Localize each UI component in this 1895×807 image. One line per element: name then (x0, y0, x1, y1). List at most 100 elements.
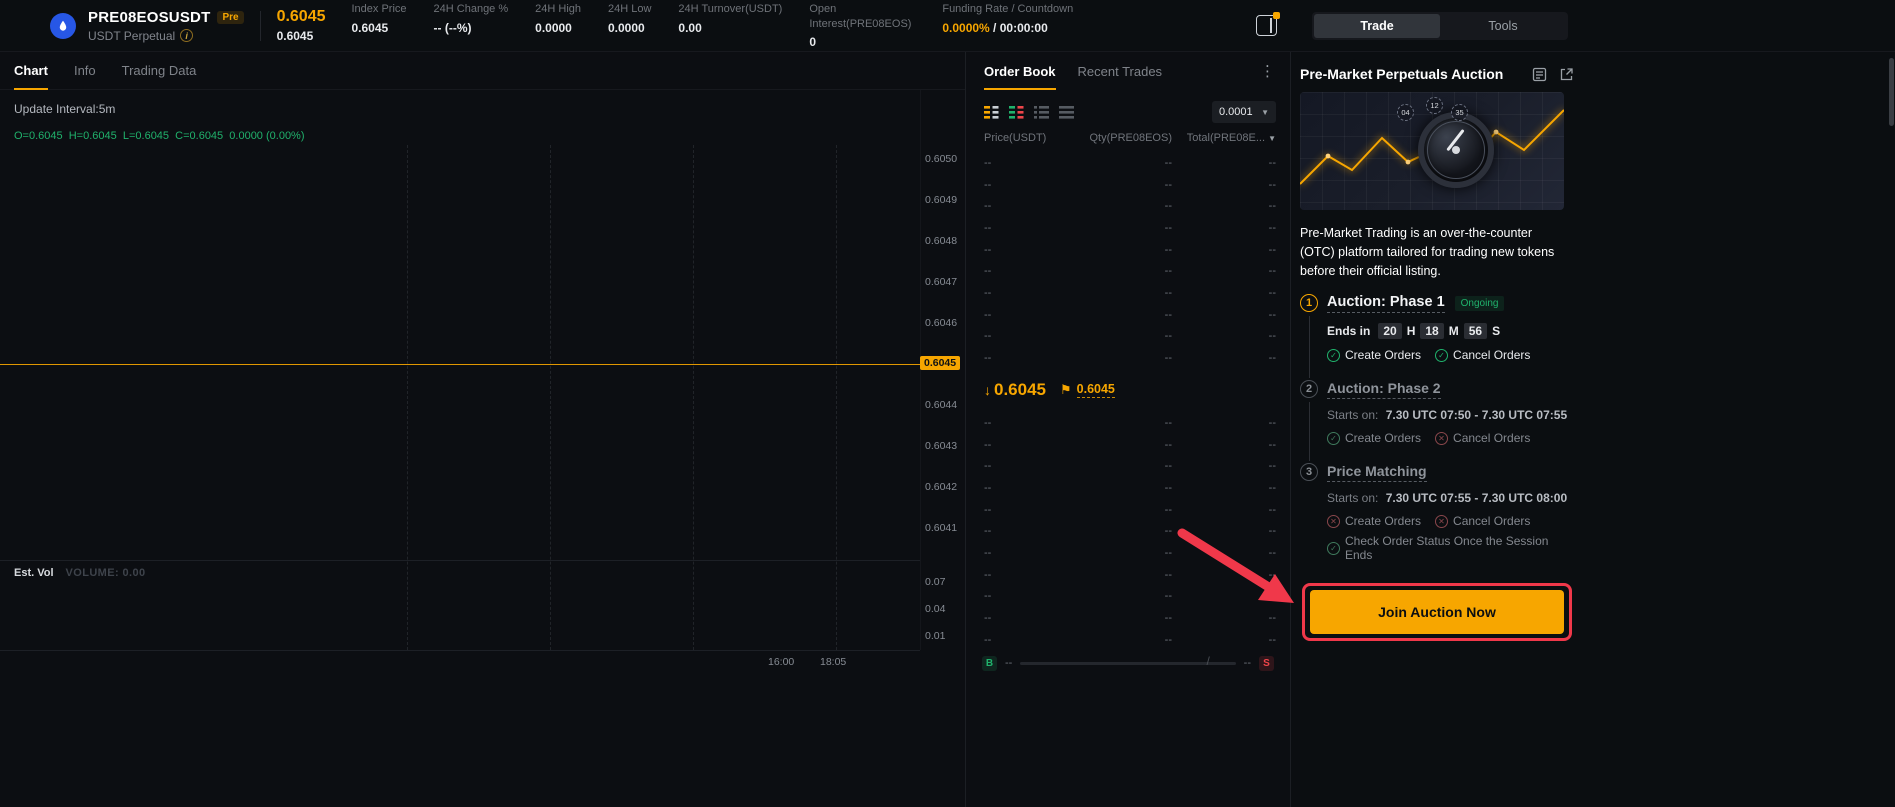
flag-icon: ⚑ (1060, 382, 1072, 398)
auction-banner: 04 12 35 (1300, 92, 1564, 210)
phase-title[interactable]: Price Matching (1327, 463, 1427, 482)
phase-title[interactable]: Auction: Phase 2 (1327, 380, 1441, 399)
depth-view-sells-icon[interactable] (1059, 105, 1074, 120)
price-axis-label: 0.6050 (925, 152, 957, 166)
orderbook-ask-row[interactable]: ------ (966, 304, 1290, 326)
orderbook-ask-row[interactable]: ------ (966, 282, 1290, 304)
orderbook-bid-row[interactable]: ------ (966, 455, 1290, 477)
last-traded-price[interactable]: ↓ 0.6045 (984, 380, 1046, 400)
orderbook-ask-row[interactable]: ------ (966, 152, 1290, 174)
panel-title: Pre-Market Perpetuals Auction (1300, 66, 1503, 82)
countdown-seconds: 56 (1464, 323, 1487, 339)
ongoing-badge: Ongoing (1455, 296, 1505, 311)
phase-countdown: Ends in 20 H 18 M 56 S (1327, 323, 1574, 339)
stat-index-price: Index Price 0.6045 (352, 2, 407, 34)
layout-toggle-icon[interactable] (1256, 15, 1277, 36)
orderbook-ask-row[interactable]: ------ (966, 217, 1290, 239)
orderbook-ask-row[interactable]: ------ (966, 260, 1290, 282)
more-options-icon[interactable]: ⋮ (1260, 62, 1276, 80)
trade-tools-switch: Trade Tools (1312, 12, 1568, 40)
chart-panel: Chart Info Trading Data Update Interval:… (0, 52, 966, 807)
orderbook-bid-row[interactable]: ------ (966, 499, 1290, 521)
info-icon[interactable]: i (180, 29, 193, 42)
sell-ratio-value: -- (1244, 657, 1251, 669)
depth-view-combined-icon[interactable] (984, 105, 999, 120)
time-axis-label: 18:05 (820, 656, 846, 668)
stat-24h-low: 24H Low 0.0000 (608, 2, 651, 34)
last-price: 0.6045 (277, 8, 326, 26)
stat-24h-change: 24H Change % -- (--%) (434, 2, 509, 34)
orderbook-bid-row[interactable]: ------ (966, 629, 1290, 651)
orderbook-bid-row[interactable]: ------ (966, 586, 1290, 608)
volume-axis-label: 0.04 (925, 603, 945, 615)
buy-ratio-value: -- (1005, 657, 1012, 669)
price-axis-label: 0.6043 (925, 439, 957, 453)
cross-icon: ✕ (1435, 515, 1448, 528)
document-icon[interactable] (1532, 67, 1547, 82)
orderbook-ask-row[interactable]: ------ (966, 326, 1290, 348)
market-stats: Index Price 0.6045 24H Change % -- (--%)… (352, 2, 1074, 49)
depth-view-split-icon[interactable] (1009, 105, 1024, 120)
col-total[interactable]: Total(PRE08E... ▼ (1172, 132, 1276, 144)
external-link-icon[interactable] (1559, 67, 1574, 82)
cross-icon: ✕ (1435, 432, 1448, 445)
orderbook-bid-row[interactable]: ------ (966, 542, 1290, 564)
contract-type: USDT Perpetual (88, 29, 175, 43)
price-chart[interactable]: Update Interval:5m O=0.6045 H=0.6045 L=0… (0, 90, 965, 806)
phase-schedule: Starts on: 7.30 UTC 07:55 - 7.30 UTC 08:… (1327, 491, 1574, 505)
permission-item: ✕Create Orders (1327, 514, 1421, 528)
funding-rate-value: 0.0000% (942, 21, 989, 35)
clock-number-bubble: 12 (1426, 97, 1443, 114)
orderbook-bid-row[interactable]: ------ (966, 434, 1290, 456)
top-bar: PRE08EOSUSDT Pre USDT Perpetual i 0.6045… (0, 0, 1895, 52)
phase-number: 1 (1300, 294, 1318, 312)
check-icon: ✓ (1327, 349, 1340, 362)
buy-sell-ratio-bar: / (1020, 662, 1235, 665)
tab-chart[interactable]: Chart (14, 52, 48, 89)
app-logo-icon[interactable] (50, 13, 76, 39)
phase-number: 2 (1300, 380, 1318, 398)
stat-24h-turnover: 24H Turnover(USDT) 0.00 (678, 2, 782, 34)
price-axis-label: 0.6042 (925, 480, 957, 494)
orderbook-bid-row[interactable]: ------ (966, 564, 1290, 586)
price-block: 0.6045 0.6045 (277, 8, 326, 43)
orderbook-bid-row[interactable]: ------ (966, 477, 1290, 499)
price-axis-label: 0.6047 (925, 275, 957, 289)
scrollbar-thumb[interactable] (1889, 58, 1894, 126)
orderbook-bid-row[interactable]: ------ (966, 520, 1290, 542)
symbol-name: PRE08EOSUSDT (88, 9, 210, 26)
depth-view-buys-icon[interactable] (1034, 105, 1049, 120)
auction-phases: 1 Auction: Phase 1 Ongoing Ends in 20 H … (1300, 294, 1574, 580)
clock-gauge (1418, 112, 1494, 188)
tab-recent-trades[interactable]: Recent Trades (1078, 52, 1163, 90)
tick-size-select[interactable]: 0.0001 ▼ (1212, 101, 1276, 123)
buy-sell-ratio: B -- / -- S (966, 652, 1290, 674)
symbol-selector[interactable]: PRE08EOSUSDT Pre USDT Perpetual i (88, 9, 244, 43)
phase-title[interactable]: Auction: Phase 1 (1327, 294, 1445, 313)
stat-24h-high: 24H High 0.0000 (535, 2, 581, 34)
buy-badge: B (982, 656, 997, 671)
orderbook-controls: 0.0001 ▼ (984, 100, 1276, 124)
price-axis-separator (920, 90, 921, 650)
tab-order-book[interactable]: Order Book (984, 52, 1056, 90)
join-auction-button[interactable]: Join Auction Now (1310, 590, 1564, 634)
check-icon: ✓ (1327, 542, 1340, 555)
orderbook-bid-row[interactable]: ------ (966, 412, 1290, 434)
phase-permissions: ✓Create Orders✓Cancel Orders (1327, 348, 1574, 362)
col-qty: Qty(PRE08EOS) (1074, 132, 1172, 144)
tab-trading-data[interactable]: Trading Data (122, 52, 197, 89)
permission-item: ✓Create Orders (1327, 348, 1421, 362)
volume-pane-divider (0, 560, 920, 561)
tab-trade[interactable]: Trade (1314, 14, 1440, 38)
bids-list: ----------------------------------------… (966, 412, 1290, 651)
orderbook-ask-row[interactable]: ------ (966, 347, 1290, 369)
orderbook-ask-row[interactable]: ------ (966, 195, 1290, 217)
indicative-price[interactable]: 0.6045 (1077, 382, 1115, 398)
orderbook-ask-row[interactable]: ------ (966, 239, 1290, 261)
clock-number-bubble: 04 (1397, 104, 1414, 121)
tab-info[interactable]: Info (74, 52, 96, 89)
orderbook-ask-row[interactable]: ------ (966, 174, 1290, 196)
tab-tools[interactable]: Tools (1440, 14, 1566, 38)
price-axis-label: 0.6044 (925, 398, 957, 412)
orderbook-bid-row[interactable]: ------ (966, 607, 1290, 629)
